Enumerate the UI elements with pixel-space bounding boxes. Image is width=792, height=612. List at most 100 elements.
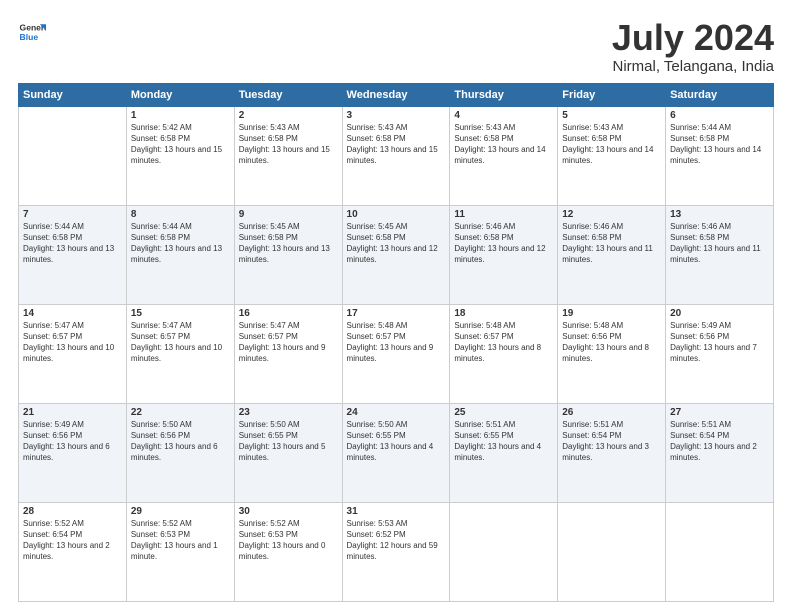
table-row: 3 Sunrise: 5:43 AMSunset: 6:58 PMDayligh… [342,106,450,205]
table-row: 28 Sunrise: 5:52 AMSunset: 6:54 PMDaylig… [19,502,127,601]
day-number: 31 [347,506,446,517]
day-number: 1 [131,110,230,121]
day-info: Sunrise: 5:43 AMSunset: 6:58 PMDaylight:… [239,122,338,167]
day-number: 15 [131,308,230,319]
logo-icon: General Blue [18,18,46,46]
col-wednesday: Wednesday [342,83,450,106]
table-row: 9 Sunrise: 5:45 AMSunset: 6:58 PMDayligh… [234,205,342,304]
day-number: 20 [670,308,769,319]
day-info: Sunrise: 5:53 AMSunset: 6:52 PMDaylight:… [347,518,446,563]
table-row: 8 Sunrise: 5:44 AMSunset: 6:58 PMDayligh… [126,205,234,304]
month-title: July 2024 [612,18,774,58]
day-number: 8 [131,209,230,220]
day-number: 29 [131,506,230,517]
day-number: 28 [23,506,122,517]
svg-text:Blue: Blue [20,32,39,42]
day-info: Sunrise: 5:48 AMSunset: 6:56 PMDaylight:… [562,320,661,365]
col-friday: Friday [558,83,666,106]
calendar-week-5: 28 Sunrise: 5:52 AMSunset: 6:54 PMDaylig… [19,502,774,601]
table-row [19,106,127,205]
table-row: 5 Sunrise: 5:43 AMSunset: 6:58 PMDayligh… [558,106,666,205]
day-info: Sunrise: 5:50 AMSunset: 6:55 PMDaylight:… [239,419,338,464]
col-monday: Monday [126,83,234,106]
day-info: Sunrise: 5:46 AMSunset: 6:58 PMDaylight:… [670,221,769,266]
day-info: Sunrise: 5:47 AMSunset: 6:57 PMDaylight:… [239,320,338,365]
day-info: Sunrise: 5:51 AMSunset: 6:54 PMDaylight:… [670,419,769,464]
table-row: 7 Sunrise: 5:44 AMSunset: 6:58 PMDayligh… [19,205,127,304]
day-info: Sunrise: 5:46 AMSunset: 6:58 PMDaylight:… [562,221,661,266]
day-number: 14 [23,308,122,319]
day-info: Sunrise: 5:49 AMSunset: 6:56 PMDaylight:… [23,419,122,464]
day-number: 12 [562,209,661,220]
day-info: Sunrise: 5:50 AMSunset: 6:56 PMDaylight:… [131,419,230,464]
day-info: Sunrise: 5:51 AMSunset: 6:55 PMDaylight:… [454,419,553,464]
calendar-week-1: 1 Sunrise: 5:42 AMSunset: 6:58 PMDayligh… [19,106,774,205]
day-number: 9 [239,209,338,220]
day-info: Sunrise: 5:43 AMSunset: 6:58 PMDaylight:… [347,122,446,167]
day-info: Sunrise: 5:48 AMSunset: 6:57 PMDaylight:… [347,320,446,365]
table-row: 4 Sunrise: 5:43 AMSunset: 6:58 PMDayligh… [450,106,558,205]
table-row: 10 Sunrise: 5:45 AMSunset: 6:58 PMDaylig… [342,205,450,304]
table-row: 19 Sunrise: 5:48 AMSunset: 6:56 PMDaylig… [558,304,666,403]
table-row: 16 Sunrise: 5:47 AMSunset: 6:57 PMDaylig… [234,304,342,403]
day-number: 24 [347,407,446,418]
day-info: Sunrise: 5:42 AMSunset: 6:58 PMDaylight:… [131,122,230,167]
day-info: Sunrise: 5:45 AMSunset: 6:58 PMDaylight:… [347,221,446,266]
day-number: 23 [239,407,338,418]
table-row: 11 Sunrise: 5:46 AMSunset: 6:58 PMDaylig… [450,205,558,304]
day-number: 27 [670,407,769,418]
table-row: 25 Sunrise: 5:51 AMSunset: 6:55 PMDaylig… [450,403,558,502]
table-row [558,502,666,601]
logo: General Blue [18,18,46,46]
table-row: 18 Sunrise: 5:48 AMSunset: 6:57 PMDaylig… [450,304,558,403]
table-row: 6 Sunrise: 5:44 AMSunset: 6:58 PMDayligh… [666,106,774,205]
day-number: 18 [454,308,553,319]
day-number: 5 [562,110,661,121]
table-row: 1 Sunrise: 5:42 AMSunset: 6:58 PMDayligh… [126,106,234,205]
col-sunday: Sunday [19,83,127,106]
day-number: 11 [454,209,553,220]
day-number: 6 [670,110,769,121]
day-info: Sunrise: 5:43 AMSunset: 6:58 PMDaylight:… [454,122,553,167]
day-number: 22 [131,407,230,418]
table-row: 21 Sunrise: 5:49 AMSunset: 6:56 PMDaylig… [19,403,127,502]
col-saturday: Saturday [666,83,774,106]
calendar-table: Sunday Monday Tuesday Wednesday Thursday… [18,83,774,602]
day-number: 2 [239,110,338,121]
day-number: 30 [239,506,338,517]
day-info: Sunrise: 5:48 AMSunset: 6:57 PMDaylight:… [454,320,553,365]
calendar-week-3: 14 Sunrise: 5:47 AMSunset: 6:57 PMDaylig… [19,304,774,403]
table-row: 20 Sunrise: 5:49 AMSunset: 6:56 PMDaylig… [666,304,774,403]
table-row: 13 Sunrise: 5:46 AMSunset: 6:58 PMDaylig… [666,205,774,304]
header-row: Sunday Monday Tuesday Wednesday Thursday… [19,83,774,106]
table-row: 31 Sunrise: 5:53 AMSunset: 6:52 PMDaylig… [342,502,450,601]
day-info: Sunrise: 5:44 AMSunset: 6:58 PMDaylight:… [23,221,122,266]
svg-text:General: General [20,22,46,32]
day-info: Sunrise: 5:52 AMSunset: 6:53 PMDaylight:… [131,518,230,563]
day-info: Sunrise: 5:46 AMSunset: 6:58 PMDaylight:… [454,221,553,266]
day-number: 21 [23,407,122,418]
table-row: 27 Sunrise: 5:51 AMSunset: 6:54 PMDaylig… [666,403,774,502]
col-thursday: Thursday [450,83,558,106]
day-number: 7 [23,209,122,220]
day-number: 4 [454,110,553,121]
calendar-page: General Blue July 2024 Nirmal, Telangana… [0,0,792,612]
day-info: Sunrise: 5:52 AMSunset: 6:53 PMDaylight:… [239,518,338,563]
table-row: 2 Sunrise: 5:43 AMSunset: 6:58 PMDayligh… [234,106,342,205]
day-number: 25 [454,407,553,418]
title-block: July 2024 Nirmal, Telangana, India [612,18,774,75]
table-row [666,502,774,601]
table-row: 23 Sunrise: 5:50 AMSunset: 6:55 PMDaylig… [234,403,342,502]
table-row: 15 Sunrise: 5:47 AMSunset: 6:57 PMDaylig… [126,304,234,403]
table-row: 29 Sunrise: 5:52 AMSunset: 6:53 PMDaylig… [126,502,234,601]
table-row [450,502,558,601]
day-number: 3 [347,110,446,121]
day-number: 26 [562,407,661,418]
day-info: Sunrise: 5:52 AMSunset: 6:54 PMDaylight:… [23,518,122,563]
col-tuesday: Tuesday [234,83,342,106]
table-row: 30 Sunrise: 5:52 AMSunset: 6:53 PMDaylig… [234,502,342,601]
location: Nirmal, Telangana, India [612,58,774,75]
day-info: Sunrise: 5:44 AMSunset: 6:58 PMDaylight:… [670,122,769,167]
day-number: 10 [347,209,446,220]
day-info: Sunrise: 5:43 AMSunset: 6:58 PMDaylight:… [562,122,661,167]
